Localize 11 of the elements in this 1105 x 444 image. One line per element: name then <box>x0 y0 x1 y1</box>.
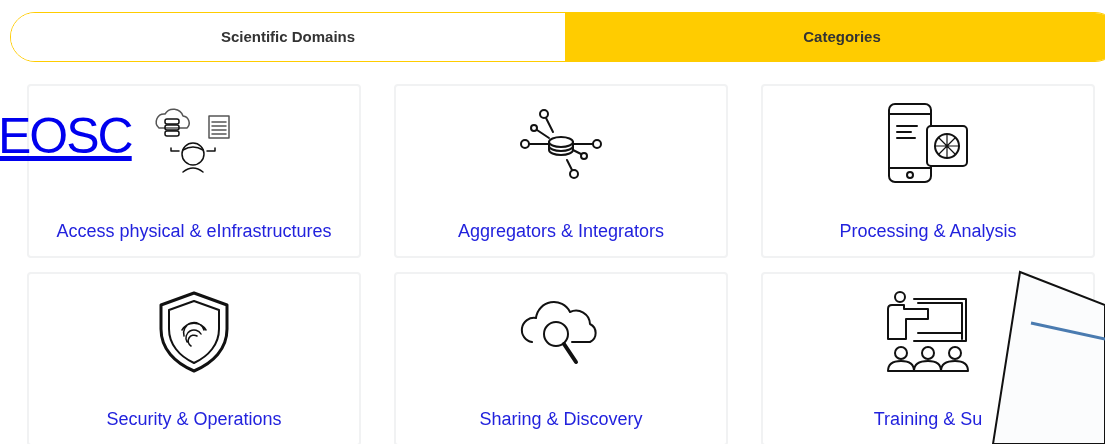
category-title[interactable]: Sharing & Discovery <box>479 406 643 433</box>
teacher-class-icon <box>885 291 971 373</box>
eosc-link[interactable]: EOSC <box>0 106 132 166</box>
category-title[interactable]: Training & Su <box>873 406 983 433</box>
category-title[interactable]: Aggregators & Integrators <box>457 218 665 245</box>
phone-chip-icon <box>885 102 971 186</box>
category-title[interactable]: Security & Operations <box>106 406 282 433</box>
category-title[interactable]: Processing & Analysis <box>839 218 1017 245</box>
database-network-icon <box>520 108 602 180</box>
category-title[interactable]: Access physical & eInfrastructures <box>56 218 332 245</box>
tab[interactable]: Categories <box>565 13 1105 61</box>
